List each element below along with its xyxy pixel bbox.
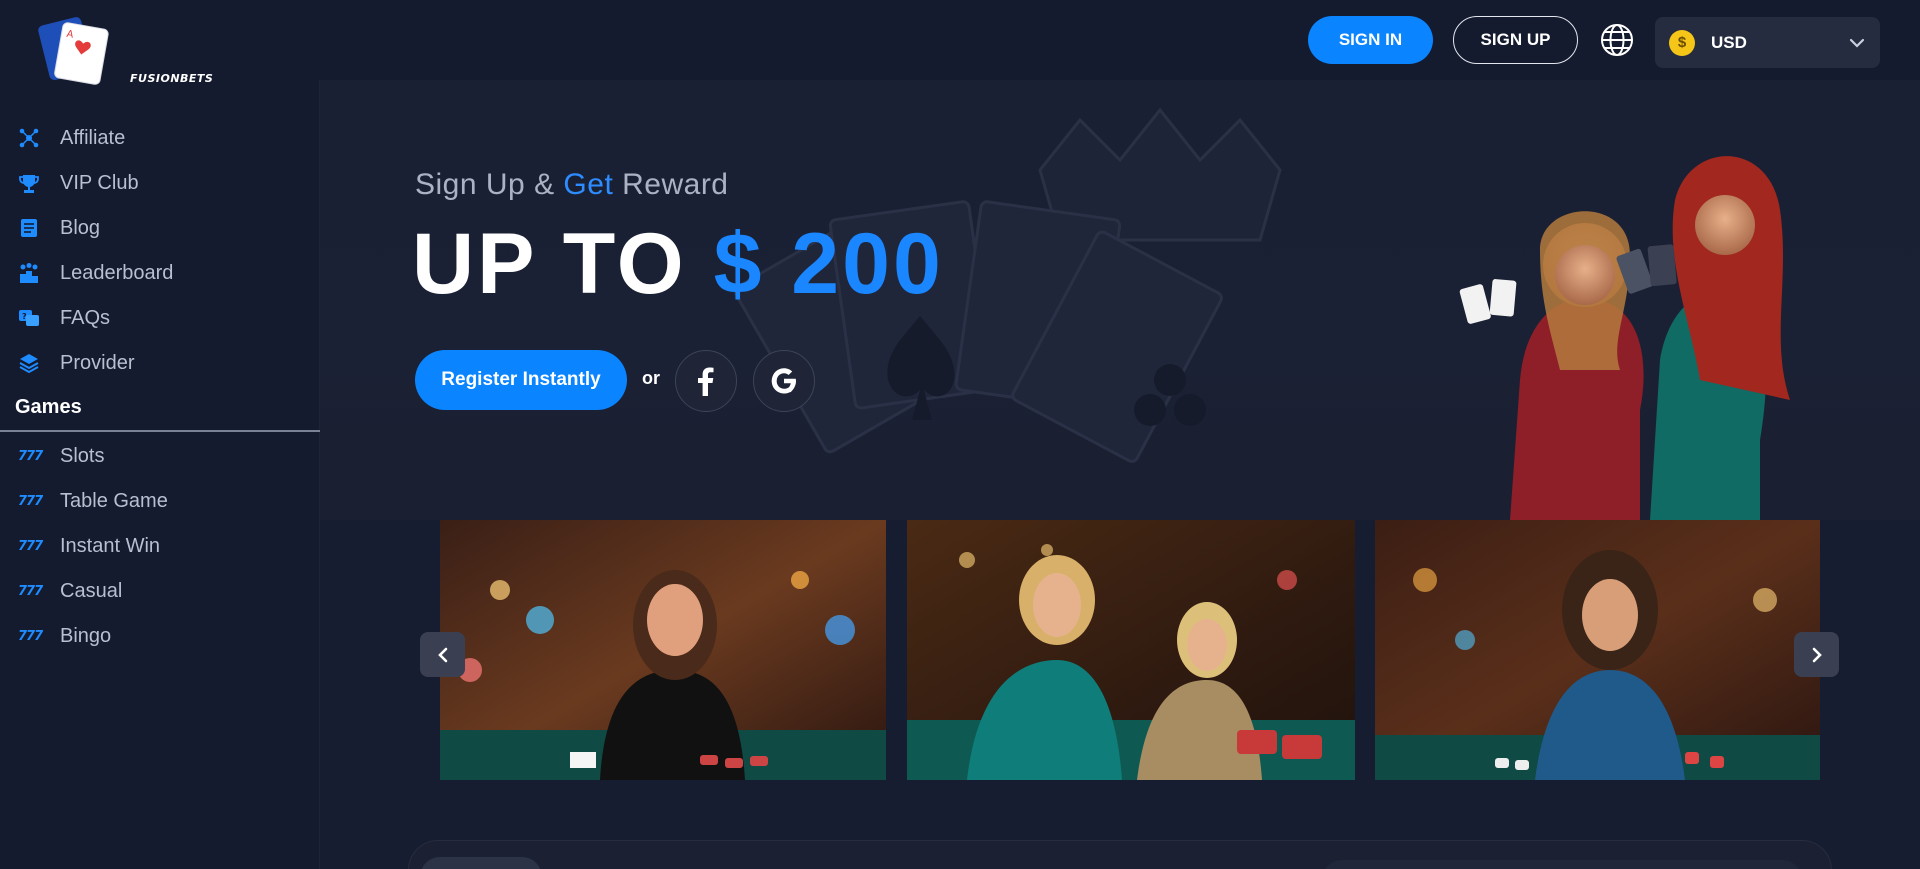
hero-title-prefix: UP TO [412, 216, 714, 312]
sidebar-item-affiliate[interactable]: Affiliate [18, 122, 308, 154]
hero-bonus-amount: $ 200 [713, 216, 944, 312]
hero-subtitle-highlight: Get [563, 168, 614, 201]
slots-777-icon: 777 [18, 493, 43, 509]
facebook-login-button[interactable] [675, 350, 737, 412]
provider-icon [19, 354, 39, 374]
google-login-button[interactable] [753, 350, 815, 412]
sidebar-item-label: Affiliate [60, 126, 126, 149]
globe-icon[interactable] [1599, 22, 1635, 58]
sidebar-item-slots[interactable]: 777 Slots [18, 440, 308, 472]
sidebar-item-label: Bingo [60, 624, 112, 647]
chevron-right-icon [1812, 647, 1822, 662]
casino-player-image [1375, 520, 1820, 780]
games-tab[interactable] [420, 857, 542, 869]
or-separator: or [642, 368, 660, 388]
carousel-next-button[interactable] [1794, 632, 1839, 677]
slots-777-icon: 777 [18, 583, 43, 599]
sidebar-item-label: Blog [60, 216, 101, 239]
carousel-slide-1[interactable] [440, 520, 886, 780]
sidebar-item-label: VIP Club [60, 171, 139, 194]
sidebar-item-label: FAQs [60, 306, 111, 329]
sidebar-item-faqs[interactable]: ? FAQs [18, 302, 308, 334]
hero-subtitle-prefix: Sign Up & [415, 168, 564, 201]
blog-icon [21, 219, 37, 237]
currency-code: USD [1711, 32, 1747, 52]
brand-name: FUSIONBETS [130, 72, 214, 85]
google-icon [771, 368, 796, 394]
sign-in-button[interactable]: SIGN IN [1308, 16, 1433, 64]
sidebar-item-label: Casual [60, 579, 123, 602]
sidebar-item-blog[interactable]: Blog [18, 212, 308, 244]
carousel-slide-3[interactable] [1375, 520, 1820, 780]
games-section-title: Games [15, 396, 82, 418]
casino-dealer-image [440, 520, 886, 780]
section-divider [0, 430, 320, 432]
sidebar-item-bingo[interactable]: 777 Bingo [18, 620, 308, 652]
hero-subtitle-suffix: Reward [613, 168, 729, 201]
sidebar: Affiliate VIP Club Blog Leaderboard ? FA… [0, 80, 320, 869]
carousel-prev-button[interactable] [420, 632, 465, 677]
sidebar-item-vip-club[interactable]: VIP Club [18, 167, 308, 199]
hero-title: UP TO $ 200 [412, 215, 944, 314]
brand-logo[interactable]: A FUSIONBETS [38, 16, 213, 86]
sign-up-button[interactable]: SIGN UP [1453, 16, 1578, 64]
sidebar-item-casual[interactable]: 777 Casual [18, 575, 308, 607]
sidebar-item-label: Provider [60, 351, 135, 374]
casino-players-image [907, 520, 1355, 780]
sidebar-item-table-game[interactable]: 777 Table Game [18, 485, 308, 517]
affiliate-icon [19, 128, 39, 148]
slots-777-icon: 777 [18, 448, 43, 464]
trophy-icon [19, 175, 39, 193]
coin-icon: $ [1669, 29, 1695, 56]
top-bar: A FUSIONBETS SIGN IN SIGN UP $ USD [0, 0, 1920, 85]
faq-icon: ? [19, 310, 39, 326]
chevron-down-icon [1849, 38, 1865, 48]
sidebar-item-provider[interactable]: Provider [18, 347, 308, 379]
facebook-icon [698, 367, 714, 396]
hero-subtitle: Sign Up & Get Reward [415, 168, 729, 202]
svg-text:?: ? [22, 312, 27, 321]
register-instantly-button[interactable]: Register Instantly [415, 350, 627, 410]
playing-cards-icon: A [38, 17, 109, 85]
games-search-field[interactable] [1322, 860, 1802, 869]
sidebar-item-label: Instant Win [60, 534, 161, 557]
sidebar-item-label: Table Game [60, 489, 168, 512]
carousel-slide-2[interactable] [907, 520, 1355, 780]
sidebar-item-leaderboard[interactable]: Leaderboard [18, 257, 308, 289]
slots-777-icon: 777 [18, 628, 43, 644]
chevron-left-icon [437, 647, 447, 662]
sidebar-item-label: Leaderboard [60, 261, 174, 284]
currency-selector[interactable]: $ USD [1655, 17, 1880, 68]
leaderboard-icon [20, 263, 38, 283]
sidebar-item-instant-win[interactable]: 777 Instant Win [18, 530, 308, 562]
slots-777-icon: 777 [18, 538, 43, 554]
sidebar-item-label: Slots [60, 444, 105, 467]
